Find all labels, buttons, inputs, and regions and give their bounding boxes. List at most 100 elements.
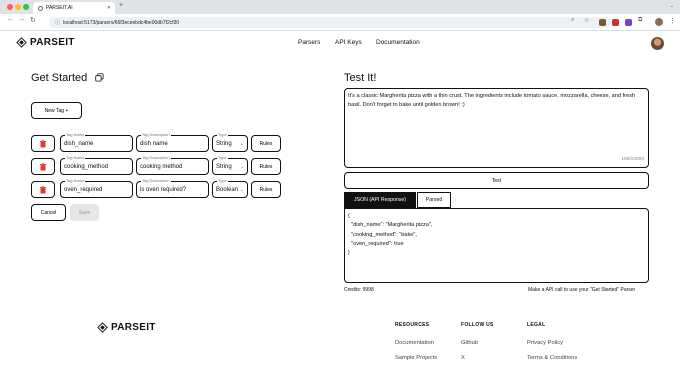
copy-icon[interactable]: [95, 73, 104, 82]
tag-type-select[interactable]: Type String ⌄: [212, 132, 248, 152]
new-tag-button[interactable]: New Tag +: [31, 102, 82, 119]
new-tab-icon[interactable]: +: [119, 2, 123, 9]
tag-name-input[interactable]: Tag Name cooking_method: [60, 155, 133, 175]
extension-icon[interactable]: [612, 19, 619, 26]
json-line: "oven_required": true: [348, 240, 404, 247]
nav-parsers[interactable]: Parsers: [298, 39, 320, 46]
tab-strip: PARSEIT.AI ✕ + ⌄: [0, 0, 680, 14]
chevron-down-icon: ⌄: [240, 186, 244, 192]
trash-icon: [40, 162, 46, 170]
extension-icon[interactable]: [625, 19, 632, 26]
char-counter: 169/10000: [621, 157, 644, 162]
tag-type-value: Boolean: [216, 186, 239, 193]
footer-link-sample-projects[interactable]: Sample Projects: [395, 355, 437, 361]
test-button[interactable]: Test: [344, 172, 649, 189]
browser-toolbar: ← → ↻ ⓘ localhost:5173/parsers/66f3eceeb…: [0, 14, 680, 31]
footer-link-documentation[interactable]: Documentation: [395, 340, 434, 346]
tag-description-label: Tag Description: [141, 178, 171, 183]
json-line: "cooking_method": "bake",: [348, 231, 417, 238]
footer-link-terms[interactable]: Terms & Conditions: [527, 355, 577, 361]
tag-type-select[interactable]: Type String ⌄: [212, 155, 248, 175]
footer-heading-follow-us: FOLLOW US: [461, 322, 494, 328]
globe-icon: [38, 5, 43, 11]
url-text: localhost:5173/parsers/66f3eceebdc4be00d…: [63, 19, 180, 26]
maximize-window-icon[interactable]: [23, 4, 29, 10]
browser-tab[interactable]: PARSEIT.AI ✕: [33, 2, 115, 14]
extensions-puzzle-icon[interactable]: ⧉: [638, 17, 642, 24]
footer-link-x[interactable]: X: [461, 355, 465, 361]
profile-avatar[interactable]: [655, 18, 663, 26]
logo-icon: [97, 322, 108, 333]
delete-tag-button[interactable]: [31, 158, 55, 175]
tag-description-label: Tag Description: [141, 155, 171, 160]
test-input-textarea[interactable]: It's a classic Margherita pizza with a t…: [344, 88, 649, 168]
footer-link-privacy-policy[interactable]: Privacy Policy: [527, 340, 563, 346]
tab-json-response[interactable]: JSON (API Response): [344, 192, 416, 208]
json-line: }: [348, 250, 350, 257]
get-started-title: Get Started: [31, 72, 88, 84]
close-window-icon[interactable]: [7, 4, 13, 10]
type-label: Type: [217, 155, 228, 160]
tab-close-icon[interactable]: ✕: [107, 5, 111, 11]
type-label: Type: [217, 132, 228, 137]
footer-logo-text: PARSEIT: [111, 322, 156, 333]
test-input-text: It's a classic Margherita pizza with a t…: [348, 93, 636, 108]
footer-link-github[interactable]: Github: [461, 340, 478, 346]
nav-api-keys[interactable]: API Keys: [335, 39, 362, 46]
tag-name-input[interactable]: Tag Name dish_name: [60, 132, 133, 152]
rules-button[interactable]: Rules: [251, 135, 281, 152]
rules-button[interactable]: Rules: [251, 181, 281, 198]
tag-type-value: String: [216, 163, 232, 170]
tag-description-input[interactable]: Tag Description cooking method: [136, 155, 209, 175]
tag-name-value: dish_name: [64, 140, 94, 147]
trash-icon: [40, 185, 46, 193]
json-response-panel: { "dish_name": "Margherita pizza", "cook…: [344, 208, 649, 283]
footer-logo[interactable]: PARSEIT: [97, 322, 156, 333]
tag-description-input[interactable]: Tag Description dish name: [136, 132, 209, 152]
cancel-button[interactable]: Cancel: [31, 204, 66, 221]
trash-icon: [40, 139, 46, 147]
bookmark-star-icon[interactable]: ☆: [584, 17, 589, 24]
tag-description-value: dish name: [140, 140, 168, 147]
chevron-down-icon: ⌄: [240, 163, 244, 169]
tag-description-input[interactable]: Tag Description is oven required?: [136, 178, 209, 198]
tag-name-label: Tag Name: [65, 132, 86, 137]
api-hint: Make a API call to use your "Get Started…: [528, 287, 636, 293]
footer-heading-resources: RESOURCES: [395, 322, 430, 328]
tag-type-value: String: [216, 140, 232, 147]
app-logo[interactable]: PARSEIT: [16, 37, 75, 48]
forward-icon[interactable]: →: [18, 16, 25, 23]
extension-icon[interactable]: [599, 19, 606, 26]
tag-name-input[interactable]: Tag Name oven_required: [60, 178, 133, 198]
user-avatar[interactable]: [651, 37, 664, 50]
credits-count: Credits: 9998: [344, 287, 374, 293]
minimize-window-icon[interactable]: [15, 4, 21, 10]
tag-name-value: oven_required: [64, 186, 103, 193]
site-info-icon[interactable]: ⓘ: [55, 19, 60, 26]
logo-icon: [16, 37, 27, 48]
chevron-down-icon: ⌄: [240, 140, 244, 146]
address-bar[interactable]: ⓘ localhost:5173/parsers/66f3eceebdc4be0…: [49, 17, 611, 28]
delete-tag-button[interactable]: [31, 181, 55, 198]
logo-text: PARSEIT: [30, 37, 75, 48]
tag-name-value: cooking_method: [64, 163, 109, 170]
nav-documentation[interactable]: Documentation: [376, 39, 420, 46]
browser-tab-title: PARSEIT.AI: [46, 5, 73, 11]
test-it-title: Test It!: [344, 72, 377, 84]
tag-name-label: Tag Name: [65, 178, 86, 183]
reload-icon[interactable]: ↻: [30, 16, 36, 24]
delete-tag-button[interactable]: [31, 135, 55, 152]
zoom-icon[interactable]: ⌕: [571, 17, 574, 24]
back-icon[interactable]: ←: [7, 16, 14, 23]
browser-menu-icon[interactable]: ⋮: [669, 17, 676, 25]
tag-name-label: Tag Name: [65, 155, 86, 160]
tab-parsed[interactable]: Parsed: [417, 192, 451, 208]
tag-description-value: cooking method: [140, 163, 183, 170]
browser-chrome: PARSEIT.AI ✕ + ⌄ ← → ↻ ⓘ localhost:5173/…: [0, 0, 680, 31]
tag-type-select[interactable]: Type Boolean ⌄: [212, 178, 248, 198]
tab-search-chevron-icon[interactable]: ⌄: [670, 3, 674, 9]
tag-description-value: is oven required?: [140, 186, 187, 193]
json-line: {: [348, 213, 350, 219]
rules-button[interactable]: Rules: [251, 158, 281, 175]
save-button[interactable]: Save: [70, 204, 99, 221]
